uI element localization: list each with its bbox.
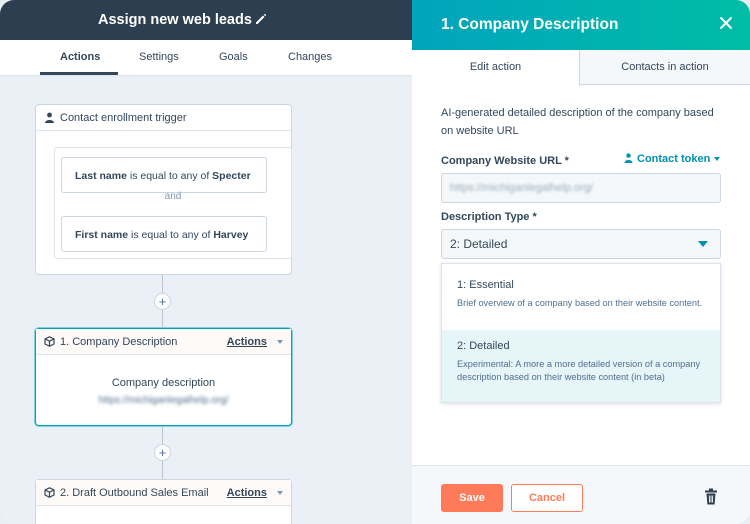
enrollment-trigger-card[interactable]: Contact enrollment trigger Last name is … [35,104,292,275]
cube-icon [44,487,55,498]
option-description: Brief overview of a company based on the… [457,298,703,308]
filter-property: First name [75,229,129,241]
workflow-canvas[interactable]: Contact enrollment trigger Last name is … [0,77,412,524]
step-company-description-card[interactable]: 1. Company Description Actions Company d… [35,328,292,426]
trash-icon[interactable] [704,488,718,505]
tab-edit-action[interactable]: Edit action [412,50,580,86]
active-tab-indicator [40,72,118,75]
description-type-dropdown: 1: Essential Brief overview of a company… [441,263,721,403]
filter-last-name[interactable]: Last name is equal to any of Specter [61,157,267,193]
step-card-header: 1. Company Description Actions [36,329,291,355]
filter-first-name[interactable]: First name is equal to any of Harvey [61,216,267,252]
trigger-title: Contact enrollment trigger [60,112,187,124]
action-editor-panel: 1. Company Description Edit action Conta… [412,0,750,524]
trigger-card-header: Contact enrollment trigger [36,105,291,131]
filter-property: Last name [75,170,127,182]
pencil-icon[interactable] [254,12,268,26]
selected-type: 2: Detailed [450,237,508,251]
option-title: 2: Detailed [457,340,510,352]
option-title: 1: Essential [457,279,514,291]
workflow-title[interactable]: Assign new web leads [98,12,252,28]
tab-actions[interactable]: Actions [60,51,100,63]
step-title: 2. Draft Outbound Sales Email [60,487,209,499]
filter-value: Specter [212,170,251,182]
tab-contacts-in-action[interactable]: Contacts in action [580,50,750,85]
tab-goals[interactable]: Goals [219,51,248,63]
person-icon [45,112,54,123]
panel-title: 1. Company Description [441,16,619,33]
chevron-down-icon[interactable] [277,340,283,344]
chevron-down-icon [714,157,721,162]
workflow-header: Assign new web leads [0,0,412,40]
chevron-down-icon[interactable] [277,491,283,495]
filter-operator: is equal to any of [131,229,211,241]
person-icon [624,153,633,163]
option-description: Experimental: A more a more detailed ver… [457,359,701,382]
step-card-header: 2. Draft Outbound Sales Email Actions [36,480,291,506]
filter-joiner: and [164,191,182,202]
step-draft-email-card[interactable]: 2. Draft Outbound Sales Email Actions [35,479,292,524]
trigger-filters: Last name is equal to any of Specter and… [54,147,292,259]
step-body-value: https://michiganlegalhelp.org/ [98,395,229,406]
contact-token-label: Contact token [637,153,711,165]
company-url-input[interactable]: https://michiganlegalhelp.org/ [441,173,721,203]
step-body-label: Company description [111,377,216,389]
panel-header: 1. Company Description [412,0,750,50]
url-field-label: Company Website URL * [441,155,569,167]
step-title: 1. Company Description [60,336,178,348]
add-action-button[interactable]: + [154,444,171,461]
description-type-select[interactable]: 2: Detailed [441,229,721,259]
type-field-label: Description Type * [441,211,537,223]
filter-operator: is equal to any of [129,170,210,182]
panel-footer: Save Cancel [412,465,750,524]
option-essential[interactable]: 1: Essential Brief overview of a company… [442,264,720,330]
cube-icon [44,336,55,347]
step-actions-menu[interactable]: Actions [227,336,267,348]
tab-changes[interactable]: Changes [288,51,332,63]
panel-tabs: Edit action Contacts in action [412,50,750,86]
chevron-down-icon[interactable] [698,241,708,247]
filter-value: Harvey [213,229,249,241]
close-icon[interactable] [718,15,734,31]
save-button[interactable]: Save [441,484,503,512]
company-url-value: https://michiganlegalhelp.org/ [450,182,594,194]
step-actions-menu[interactable]: Actions [227,487,267,499]
workflow-tabs: Actions Settings Goals Changes [0,40,412,76]
contact-token-button[interactable]: Contact token [624,153,721,165]
add-action-button[interactable]: + [154,293,171,310]
cancel-button[interactable]: Cancel [511,484,583,512]
tab-settings[interactable]: Settings [139,51,179,63]
option-detailed[interactable]: 2: Detailed Experimental: A more a more … [442,330,720,402]
action-description: AI-generated detailed description of the… [441,107,714,137]
